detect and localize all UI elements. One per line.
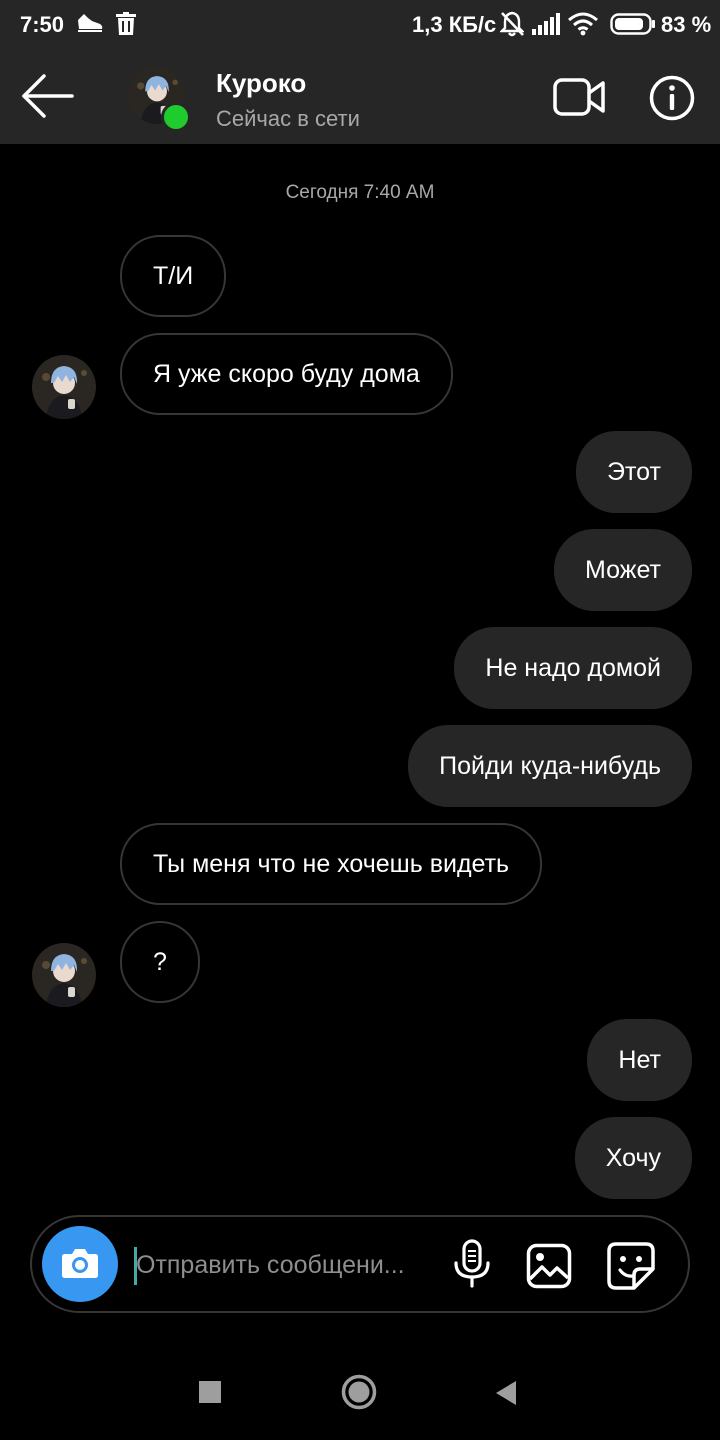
status-bar: 7:50 1,3 КБ/с 83 % [0,0,720,50]
message-bubble-incoming[interactable]: Я уже скоро буду дома [120,333,453,415]
trash-icon [116,12,136,35]
camera-icon [62,1249,98,1278]
battery-percent: 83 % [661,12,712,37]
sticker-icon[interactable] [606,1241,656,1291]
date-separator: Сегодня 7:40 AM [285,182,435,203]
status-time: 7:50 [20,12,65,37]
message-composer [30,1215,690,1313]
gallery-icon[interactable] [526,1243,572,1289]
back-arrow-icon[interactable] [18,70,76,122]
system-nav-bar [0,1344,720,1440]
contact-name[interactable]: Куроко [216,68,306,99]
battery-icon [610,13,655,35]
message-list[interactable]: Сегодня 7:40 AM Т/И Я уже скоро буду дом… [0,144,720,1199]
back-triangle-icon[interactable] [494,1379,518,1407]
video-camera-icon[interactable] [552,74,606,120]
avatar-image [32,943,96,1007]
network-speed: 1,3 КБ/с [412,12,497,37]
chat-header: Куроко Сейчас в сети [0,50,720,144]
message-bubble-outgoing[interactable]: Хочу [574,1117,692,1199]
message-bubble-outgoing[interactable]: Не надо домой [454,627,692,709]
message-bubble-outgoing[interactable]: Может [554,529,692,611]
signal-icon [532,13,560,35]
camera-button[interactable] [42,1226,118,1302]
home-circle-icon[interactable] [341,1374,377,1410]
message-bubble-incoming[interactable]: Т/И [120,235,227,317]
message-bubble-outgoing[interactable]: Нет [587,1019,692,1101]
info-icon[interactable] [648,74,696,122]
message-input[interactable] [136,1243,431,1287]
message-bubble-incoming[interactable]: Ты меня что не хочешь видеть [120,823,543,905]
muted-bell-icon [500,11,524,37]
message-bubble-outgoing[interactable]: Пойди куда-нибудь [408,725,692,807]
sender-avatar[interactable] [32,355,96,419]
sender-avatar[interactable] [32,943,96,1007]
contact-status: Сейчас в сети [216,106,360,131]
online-indicator [161,102,191,132]
microphone-icon[interactable] [450,1239,494,1289]
wifi-icon [568,12,598,36]
sneaker-icon [78,14,103,32]
avatar-image [32,355,96,419]
message-bubble-incoming[interactable]: ? [120,921,200,1003]
recents-square-icon[interactable] [199,1381,221,1403]
message-bubble-outgoing[interactable]: Этот [576,431,692,513]
